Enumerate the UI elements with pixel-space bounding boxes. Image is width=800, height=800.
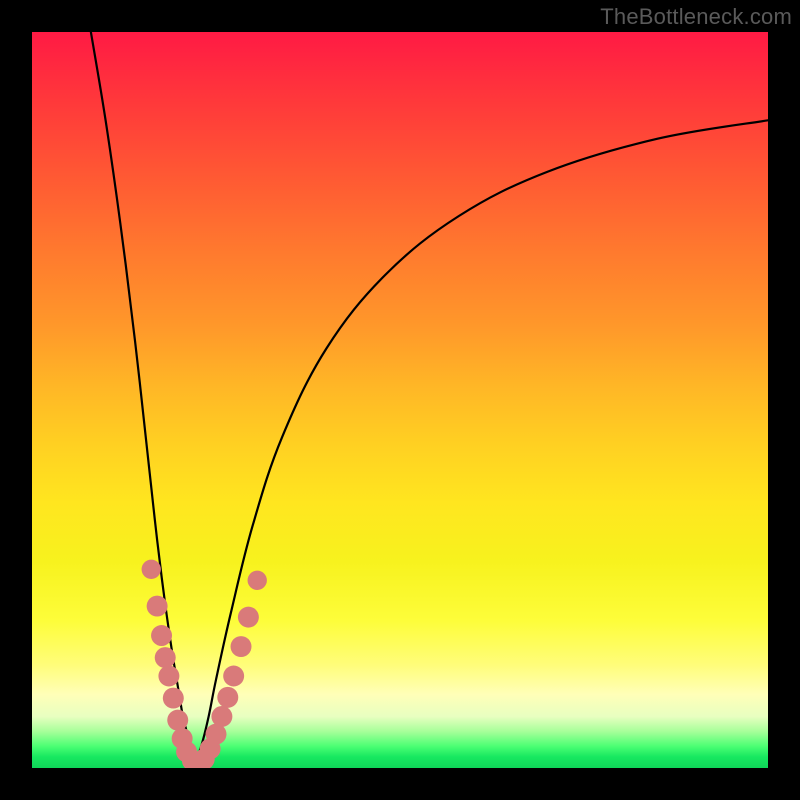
bead-dot (248, 571, 267, 590)
watermark-text: TheBottleneck.com (600, 4, 792, 30)
bead-dot (211, 706, 232, 727)
curve-right-branch (194, 120, 768, 764)
bead-dot (238, 607, 259, 628)
curve-svg (32, 32, 768, 768)
bead-dot (217, 687, 238, 708)
bead-dot (142, 560, 161, 579)
bead-dot (223, 666, 244, 687)
bead-dot (163, 688, 184, 709)
bead-dot (167, 710, 188, 731)
plot-area (32, 32, 768, 768)
curve-left-branch (91, 32, 194, 764)
bead-dot (151, 625, 172, 646)
bead-dot (147, 596, 168, 617)
chart-frame: TheBottleneck.com (0, 0, 800, 800)
bead-dot (155, 647, 176, 668)
bead-dot (231, 636, 252, 657)
bead-dot (158, 666, 179, 687)
